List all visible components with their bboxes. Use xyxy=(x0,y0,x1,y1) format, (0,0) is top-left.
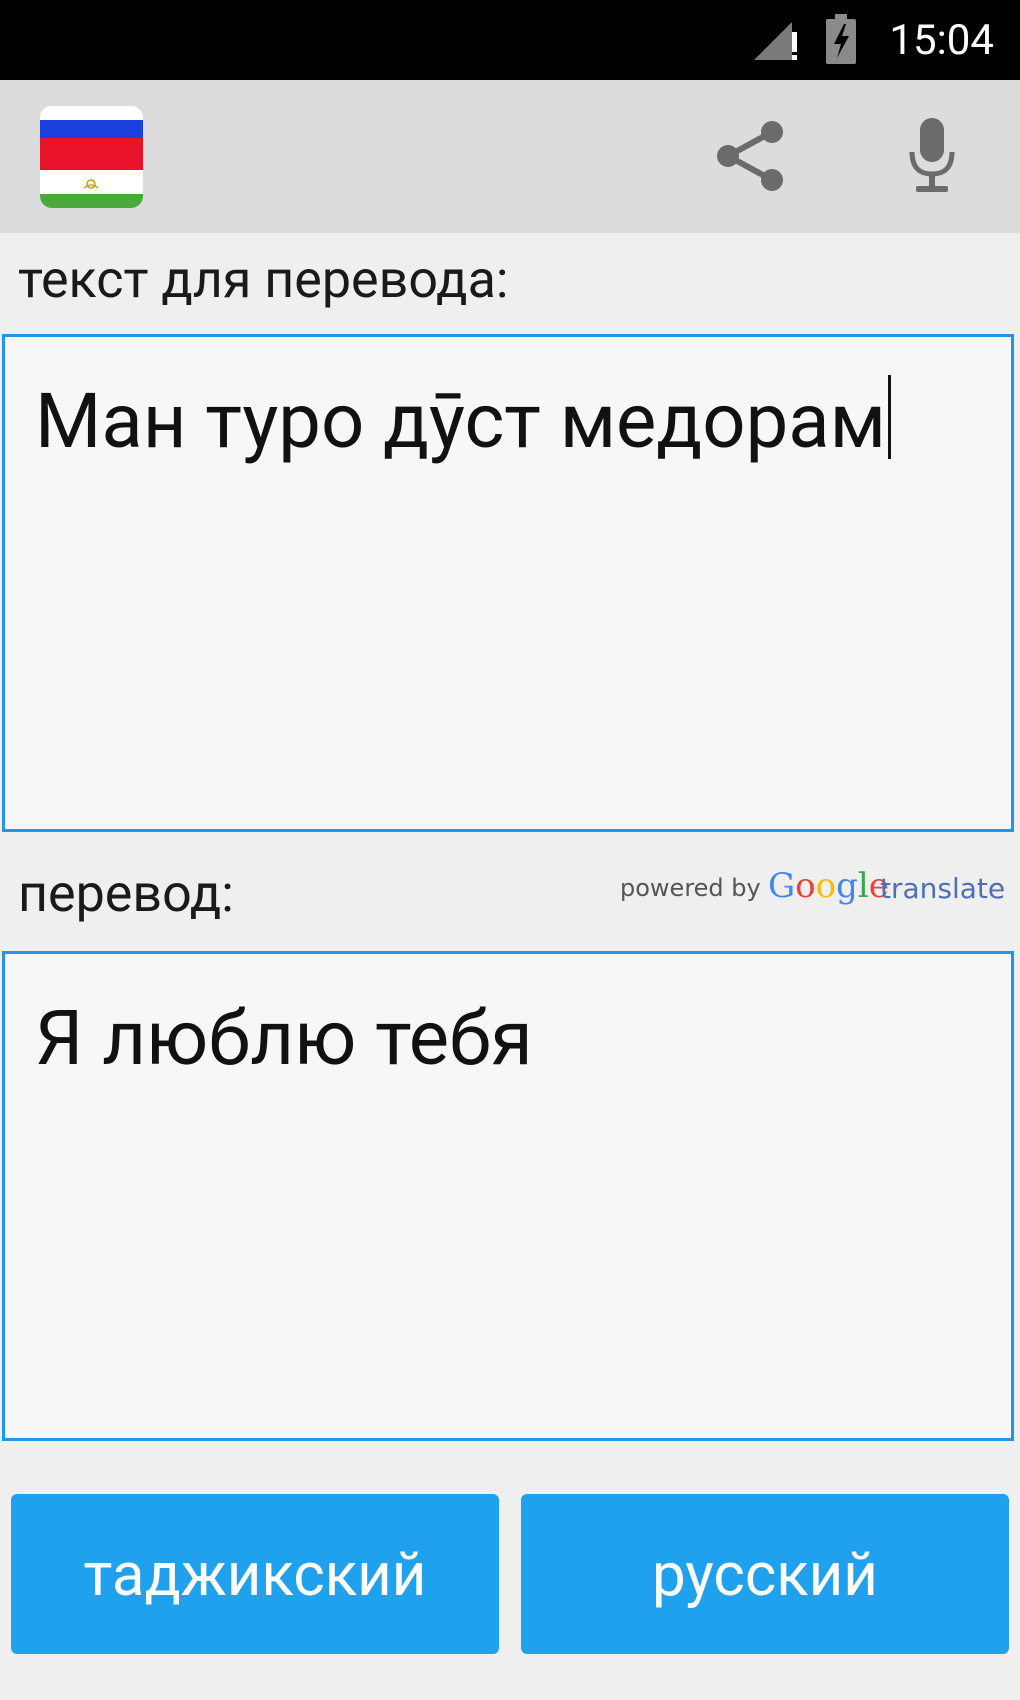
translate-text: translate xyxy=(880,872,1006,905)
text-cursor xyxy=(887,375,891,459)
source-label: текст для перевода: xyxy=(18,249,509,310)
powered-by-google-translate: powered by Google translate xyxy=(620,866,1005,910)
mic-icon[interactable] xyxy=(890,114,974,198)
russia-tajikistan-flag-icon[interactable] xyxy=(40,106,143,208)
target-language-button[interactable]: русский xyxy=(521,1494,1009,1654)
battery-charging-icon xyxy=(826,14,856,64)
source-text-input[interactable]: Ман туро дӯст медорам xyxy=(2,334,1014,832)
powered-by-text: powered by xyxy=(620,874,761,902)
translation-label: перевод: xyxy=(18,863,234,924)
translation-output[interactable]: Я люблю тебя xyxy=(2,951,1014,1441)
source-language-button[interactable]: таджикский xyxy=(11,1494,499,1654)
status-bar: 15:04 xyxy=(0,0,1020,80)
google-logo: Google xyxy=(768,866,889,906)
app-bar xyxy=(0,80,1020,233)
status-time: 15:04 xyxy=(889,16,994,65)
translation-text: Я люблю тебя xyxy=(35,993,533,1083)
source-text: Ман туро дӯст медорам xyxy=(35,376,886,466)
share-icon[interactable] xyxy=(710,114,794,198)
signal-alert-icon xyxy=(754,22,797,60)
